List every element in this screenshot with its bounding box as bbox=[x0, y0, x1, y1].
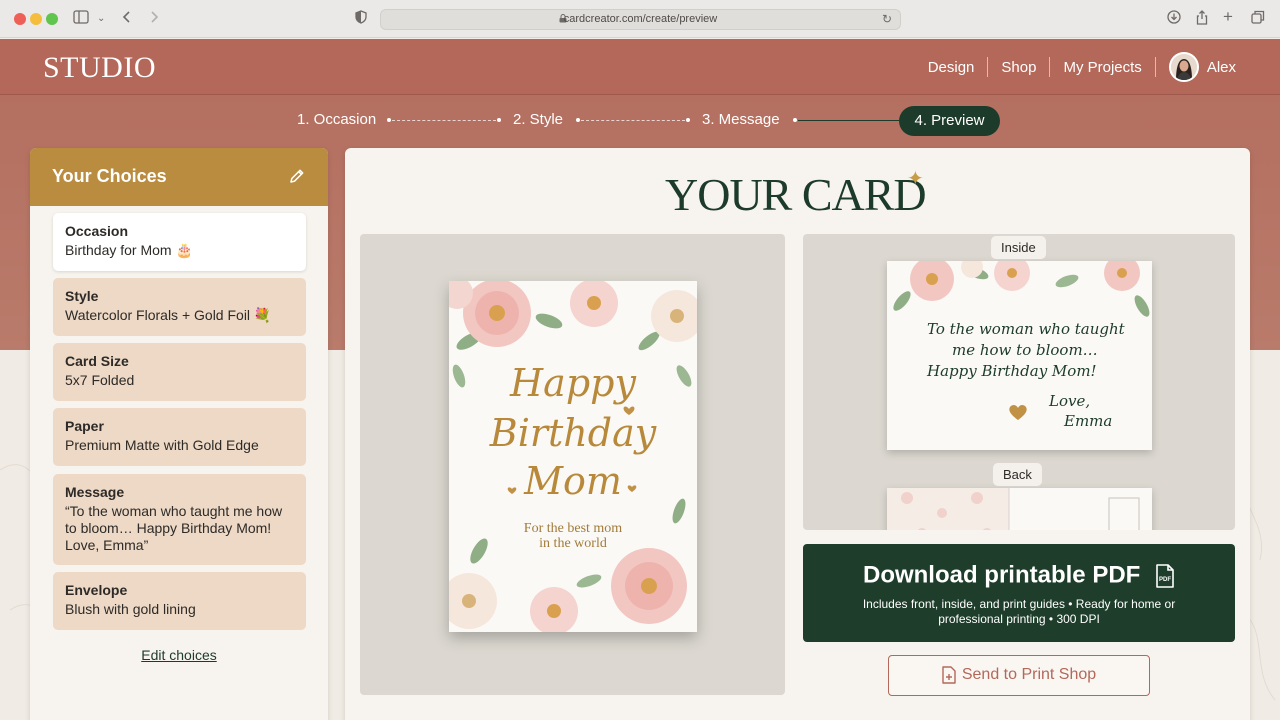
pdf-button-subtitle: Includes front, inside, and print guides… bbox=[862, 597, 1176, 626]
choice-label: Envelope bbox=[65, 582, 128, 598]
card-back[interactable] bbox=[887, 488, 1152, 530]
inside-signature: Love, Emma bbox=[1049, 391, 1112, 431]
pdf-button-label: Download printable PDF bbox=[862, 561, 1141, 589]
front-greeting-line: Mom bbox=[524, 459, 622, 503]
close-window-button[interactable] bbox=[14, 13, 26, 25]
choice-message[interactable]: Message “To the woman who taught me how … bbox=[53, 474, 306, 565]
nav-my-projects[interactable]: My Projects bbox=[1050, 59, 1154, 76]
choice-label: Occasion bbox=[65, 223, 129, 239]
svg-text:PDF: PDF bbox=[1159, 577, 1171, 583]
back-pattern-illustration bbox=[887, 488, 1140, 530]
inside-message-line: me how to bloom… bbox=[952, 341, 1098, 359]
choice-card-size[interactable]: Card Size 5x7 Folded bbox=[53, 343, 306, 401]
front-greeting-line: Birthday bbox=[489, 411, 657, 455]
choice-paper[interactable]: Paper Premium Matte with Gold Edge bbox=[53, 408, 306, 466]
choice-envelope[interactable]: Envelope Blush with gold lining bbox=[53, 572, 306, 630]
step-dot bbox=[793, 118, 797, 122]
sidebar-title: Your Choices bbox=[52, 166, 167, 186]
page-title: YOUR CARD bbox=[665, 169, 927, 220]
download-icon[interactable] bbox=[1167, 10, 1181, 28]
user-name[interactable]: Alex bbox=[1207, 59, 1236, 76]
choice-occasion[interactable]: Occasion Birthday for Mom 🎂 bbox=[53, 213, 306, 271]
inside-tag[interactable]: Inside bbox=[991, 236, 1046, 259]
inside-preview-frame: To the woman who taught me how to bloom…… bbox=[803, 234, 1235, 530]
step-connector-active bbox=[798, 120, 899, 121]
nav-shop[interactable]: Shop bbox=[988, 59, 1049, 76]
front-preview-frame: Happy Birthday Mom For the best mom in t… bbox=[360, 234, 785, 695]
choice-label: Paper bbox=[65, 418, 104, 434]
choice-value: Premium Matte with Gold Edge bbox=[65, 437, 259, 453]
floral-border-illustration bbox=[449, 281, 697, 632]
step-preview-active[interactable]: 4. Preview bbox=[899, 106, 1000, 136]
new-tab-icon[interactable]: + bbox=[1223, 8, 1233, 26]
reload-icon[interactable]: ↻ bbox=[882, 12, 892, 26]
shield-icon[interactable] bbox=[355, 10, 367, 28]
address-bar[interactable]: cardcreator.com/create/preview ↻ bbox=[380, 9, 901, 30]
sparkle-icon: ✦ bbox=[907, 168, 924, 190]
sidebar-header: Your Choices bbox=[30, 148, 328, 206]
studio-logo[interactable]: STUDIO bbox=[43, 51, 156, 85]
progress-stepper: 1. Occasion 2. Style 3. Message 4. Previ… bbox=[0, 106, 1280, 136]
front-subtitle-line: in the world bbox=[539, 536, 607, 551]
signature-line: Emma bbox=[1064, 412, 1113, 430]
back-arrow-icon[interactable] bbox=[122, 10, 132, 28]
share-icon[interactable] bbox=[1195, 10, 1209, 29]
choice-label: Card Size bbox=[65, 353, 129, 369]
pdf-button-title: Download printable PDF PDF bbox=[803, 561, 1235, 590]
back-tag[interactable]: Back bbox=[993, 463, 1042, 486]
choice-value: Watercolor Florals + Gold Foil 💐 bbox=[65, 307, 272, 323]
download-pdf-button[interactable]: Download printable PDF PDF Includes fron… bbox=[803, 544, 1235, 642]
choice-value: Birthday for Mom 🎂 bbox=[65, 242, 193, 258]
url-text: cardcreator.com/create/preview bbox=[563, 13, 718, 25]
choices-sidebar: Your Choices Occasion Birthday for Mom 🎂… bbox=[30, 148, 328, 720]
choice-value: Blush with gold lining bbox=[65, 601, 196, 617]
inside-message-line: Happy Birthday Mom! bbox=[927, 362, 1097, 380]
step-dot bbox=[387, 118, 391, 122]
step-occasion[interactable]: 1. Occasion bbox=[297, 111, 376, 128]
site-header: STUDIO Design Shop My Projects Alex bbox=[0, 39, 1280, 95]
step-dot bbox=[686, 118, 690, 122]
file-pdf-icon: PDF bbox=[1156, 563, 1174, 588]
send-to-print-shop-button[interactable]: Send to Print Shop bbox=[888, 655, 1150, 696]
step-message[interactable]: 3. Message bbox=[702, 111, 780, 128]
card-front[interactable]: Happy Birthday Mom For the best mom in t… bbox=[449, 281, 697, 632]
step-dot bbox=[576, 118, 580, 122]
front-greeting-line: Happy bbox=[510, 361, 636, 405]
avatar[interactable] bbox=[1168, 52, 1199, 82]
step-connector bbox=[392, 120, 496, 121]
card-inside[interactable]: To the woman who taught me how to bloom…… bbox=[887, 261, 1152, 450]
choice-style[interactable]: Style Watercolor Florals + Gold Foil 💐 bbox=[53, 278, 306, 336]
main-nav: Design Shop My Projects Alex bbox=[915, 49, 1236, 85]
edit-choices-link[interactable]: Edit choices bbox=[30, 647, 328, 663]
chevron-down-icon[interactable]: ⌄ bbox=[97, 10, 105, 28]
inside-message: To the woman who taught me how to bloom…… bbox=[927, 319, 1127, 382]
print-button-label: Send to Print Shop bbox=[961, 666, 1097, 683]
signature-line: Love, bbox=[1049, 392, 1091, 410]
pencil-icon[interactable] bbox=[288, 167, 306, 185]
choice-label: Style bbox=[65, 288, 99, 304]
choice-value: 5x7 Folded bbox=[65, 372, 135, 388]
minimize-window-button[interactable] bbox=[30, 13, 42, 25]
choice-value: “To the woman who taught me how to bloom… bbox=[65, 503, 283, 553]
heart-icon bbox=[1009, 405, 1027, 420]
file-plus-icon bbox=[942, 666, 956, 684]
choice-label: Message bbox=[65, 484, 125, 500]
sidebar-toggle-icon[interactable] bbox=[73, 10, 89, 28]
front-subtitle-line: For the best mom bbox=[523, 521, 623, 536]
browser-toolbar: ⌄ cardcreator.com/create/preview ↻ + bbox=[0, 0, 1280, 38]
zoom-window-button[interactable] bbox=[46, 13, 58, 25]
step-style[interactable]: 2. Style bbox=[513, 111, 563, 128]
tabs-overview-icon[interactable] bbox=[1251, 10, 1265, 28]
nav-design[interactable]: Design bbox=[915, 59, 988, 76]
nav-divider bbox=[1154, 57, 1156, 77]
preview-panel: YOUR CARD ✦ Happy Birthday Mom For the b… bbox=[345, 148, 1250, 720]
inside-message-line: To the woman who taught bbox=[927, 320, 1125, 338]
step-dot bbox=[497, 118, 501, 122]
forward-arrow-icon[interactable] bbox=[149, 10, 159, 28]
step-connector bbox=[581, 120, 685, 121]
